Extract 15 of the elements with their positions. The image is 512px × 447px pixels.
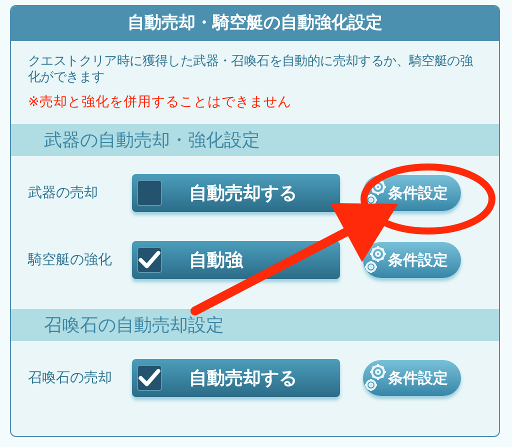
gears-icon (365, 245, 387, 275)
gears-icon (365, 363, 387, 393)
section-title: 召喚石の自動売却設定 (44, 314, 224, 338)
toggle-button[interactable]: 自動売却する (132, 174, 340, 212)
row-label: 召喚石の売却 (27, 368, 113, 388)
warning-text: ※売却と強化を併用することはできません (28, 94, 292, 110)
toggle-button[interactable]: 自動強 (132, 241, 340, 279)
description-text: クエストクリア時に獲得した武器・召喚石を自動的に売却するか、騎空艇の強化ができます (28, 54, 474, 86)
toggle-button[interactable]: 自動売却する (132, 359, 340, 397)
conditions-button[interactable]: 条件設定 (363, 242, 461, 278)
section-title: 武器の自動売却・強化設定 (44, 128, 260, 152)
row-label: 騎空艇の強化 (26, 250, 113, 270)
row-label: 武器の売却 (27, 184, 99, 202)
conditions-button[interactable]: 条件設定 (363, 360, 461, 396)
panel-title: 自動売却・騎空艇の自動強化設定 (128, 12, 382, 35)
